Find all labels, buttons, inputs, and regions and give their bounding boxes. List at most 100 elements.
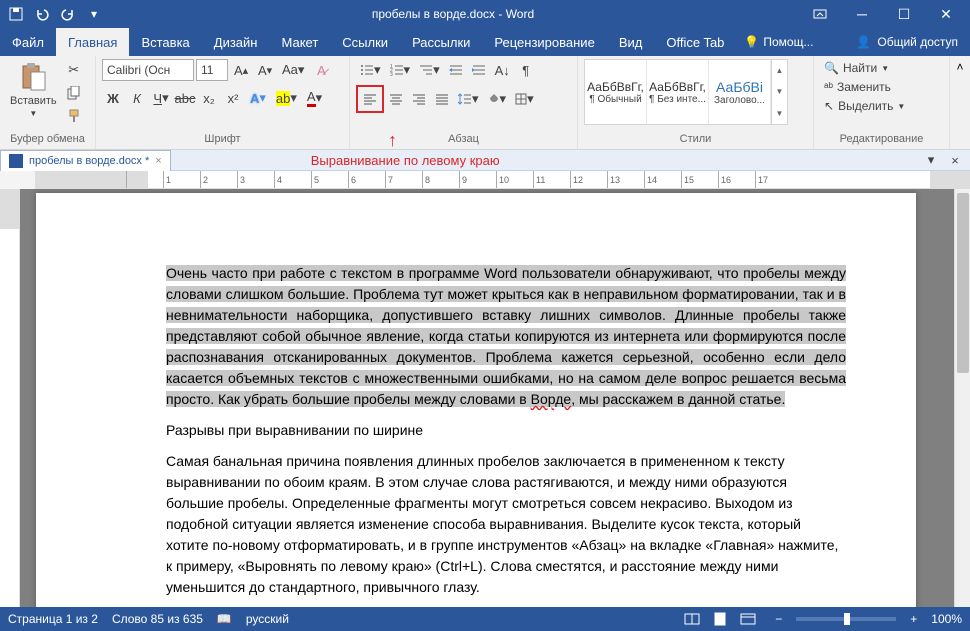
web-layout-button[interactable] xyxy=(735,609,761,629)
tab-view[interactable]: Вид xyxy=(607,28,655,56)
zoom-out-button[interactable]: − xyxy=(775,612,782,626)
style-no-spacing[interactable]: АаБбВвГг, ¶ Без инте... xyxy=(647,60,709,124)
group-clipboard: Вставить ▼ ✂ Буфер обмена xyxy=(0,56,96,149)
clear-formatting-button[interactable]: A̷ xyxy=(310,59,332,81)
close-all-tabs-button[interactable]: × xyxy=(944,149,966,171)
paste-icon xyxy=(17,61,49,93)
editing-label: Редактирование xyxy=(820,133,943,149)
shrink-font-button[interactable]: A▾ xyxy=(254,59,276,81)
undo-button[interactable] xyxy=(30,2,54,26)
text-effects-button[interactable]: A▾ xyxy=(246,87,270,109)
italic-button[interactable]: К xyxy=(126,87,148,109)
print-layout-button[interactable] xyxy=(707,609,733,629)
multilevel-button[interactable]: ▾ xyxy=(415,59,444,81)
ruler-vertical[interactable] xyxy=(0,189,20,607)
close-tab-icon[interactable]: × xyxy=(155,155,161,167)
underline-button[interactable]: Ч▾ xyxy=(150,87,172,109)
tablist-button[interactable]: ▾ xyxy=(920,149,942,171)
sort-button[interactable]: A↓ xyxy=(491,59,514,81)
superscript-button[interactable]: x² xyxy=(222,87,244,109)
change-case-button[interactable]: Aa▾ xyxy=(278,59,308,81)
select-button[interactable]: ↖Выделить▼ xyxy=(820,97,909,115)
minimize-button[interactable]: ─ xyxy=(842,0,882,28)
bullets-button[interactable]: ▾ xyxy=(356,59,385,81)
align-right-button[interactable] xyxy=(408,88,430,110)
ruler-horizontal[interactable]: 1 2 3 4 5 6 7 8 9 10 11 12 13 14 15 16 1… xyxy=(0,171,970,189)
show-marks-button[interactable]: ¶ xyxy=(515,59,537,81)
maximize-button[interactable]: ☐ xyxy=(884,0,924,28)
tab-references[interactable]: Ссылки xyxy=(330,28,400,56)
align-left-highlight xyxy=(356,85,384,113)
align-left-button[interactable] xyxy=(359,88,381,110)
search-icon: 🔍 xyxy=(824,61,839,75)
tab-home[interactable]: Главная xyxy=(56,28,129,56)
zoom-slider[interactable] xyxy=(796,617,896,621)
bold-button[interactable]: Ж xyxy=(102,87,124,109)
quick-access-toolbar: ▾ xyxy=(4,2,106,26)
line-spacing-button[interactable]: ▾ xyxy=(454,88,483,110)
ribbon: Вставить ▼ ✂ Буфер обмена Calibri (Осн 1… xyxy=(0,56,970,150)
tab-file[interactable]: Файл xyxy=(0,28,56,56)
grow-font-button[interactable]: A▴ xyxy=(230,59,252,81)
document-area: Очень часто при работе с текстом в прогр… xyxy=(0,189,970,607)
document-tabs: пробелы в ворде.docx * × ↑ Выравнивание … xyxy=(0,150,970,171)
font-color-button[interactable]: A▾ xyxy=(303,87,326,109)
font-name-combo[interactable]: Calibri (Осн xyxy=(102,59,194,81)
tab-mailings[interactable]: Рассылки xyxy=(400,28,482,56)
tab-office-tab[interactable]: Office Tab xyxy=(654,28,736,56)
qat-customize[interactable]: ▾ xyxy=(82,2,106,26)
format-painter-button[interactable] xyxy=(63,105,85,127)
tab-review[interactable]: Рецензирование xyxy=(482,28,606,56)
ribbon-tabs: Файл Главная Вставка Дизайн Макет Ссылки… xyxy=(0,28,970,56)
numbering-button[interactable]: 123▾ xyxy=(386,59,415,81)
shading-button[interactable]: ▾ xyxy=(484,88,511,110)
read-mode-button[interactable] xyxy=(679,609,705,629)
tab-insert[interactable]: Вставка xyxy=(129,28,201,56)
replace-icon: ᵃᵇ xyxy=(824,80,833,94)
strikethrough-button[interactable]: abc xyxy=(174,87,196,109)
page-status[interactable]: Страница 1 из 2 xyxy=(8,612,98,626)
vertical-scrollbar[interactable] xyxy=(954,189,970,607)
redo-button[interactable] xyxy=(56,2,80,26)
styles-gallery[interactable]: АаБбВвГг, ¶ Обычный АаБбВвГг, ¶ Без инте… xyxy=(584,59,788,125)
styles-more[interactable]: ▲▼▼ xyxy=(771,60,787,124)
save-button[interactable] xyxy=(4,2,28,26)
page[interactable]: Очень часто при работе с текстом в прогр… xyxy=(36,193,916,607)
group-paragraph: ▾ 123▾ ▾ A↓ ¶ ▾ ▾ ▾ xyxy=(350,56,578,149)
close-button[interactable]: ✕ xyxy=(926,0,966,28)
highlight-button[interactable]: ab▾ xyxy=(272,87,301,109)
word-count[interactable]: Слово 85 из 635 xyxy=(112,612,203,626)
ribbon-options-button[interactable] xyxy=(800,0,840,28)
borders-button[interactable]: ▾ xyxy=(511,88,538,110)
zoom-in-button[interactable]: + xyxy=(910,612,917,626)
collapse-ribbon[interactable]: ˄ xyxy=(950,56,970,149)
share-button[interactable]: 👤Общий доступ xyxy=(844,28,970,56)
clipboard-label: Буфер обмена xyxy=(6,133,89,149)
copy-button[interactable] xyxy=(63,82,85,104)
spell-check-icon[interactable]: 📖 xyxy=(217,612,232,626)
scroll-thumb[interactable] xyxy=(957,193,969,373)
decrease-indent-button[interactable] xyxy=(445,59,467,81)
zoom-level[interactable]: 100% xyxy=(931,612,962,626)
find-button[interactable]: 🔍Найти▼ xyxy=(820,59,909,77)
page-scroll[interactable]: Очень часто при работе с текстом в прогр… xyxy=(20,189,954,607)
view-buttons xyxy=(679,609,761,629)
language-status[interactable]: русский xyxy=(246,612,289,626)
align-justify-button[interactable] xyxy=(431,88,453,110)
replace-button[interactable]: ᵃᵇЗаменить xyxy=(820,78,909,96)
style-normal[interactable]: АаБбВвГг, ¶ Обычный xyxy=(585,60,647,124)
style-heading1[interactable]: АаБбВі Заголово... xyxy=(709,60,771,124)
subscript-button[interactable]: x₂ xyxy=(198,87,220,109)
align-center-button[interactable] xyxy=(385,88,407,110)
font-size-combo[interactable]: 11 xyxy=(196,59,228,81)
tab-layout[interactable]: Макет xyxy=(269,28,330,56)
font-label: Шрифт xyxy=(102,133,343,149)
paste-button[interactable]: Вставить ▼ xyxy=(6,59,61,120)
doc-tab[interactable]: пробелы в ворде.docx * × xyxy=(0,150,171,171)
bulb-icon: 💡 xyxy=(744,35,759,49)
document-text[interactable]: Очень часто при работе с текстом в прогр… xyxy=(166,263,846,598)
increase-indent-button[interactable] xyxy=(468,59,490,81)
tab-design[interactable]: Дизайн xyxy=(202,28,270,56)
tell-me-button[interactable]: 💡Помощ... xyxy=(736,28,821,56)
cut-button[interactable]: ✂ xyxy=(63,59,85,81)
